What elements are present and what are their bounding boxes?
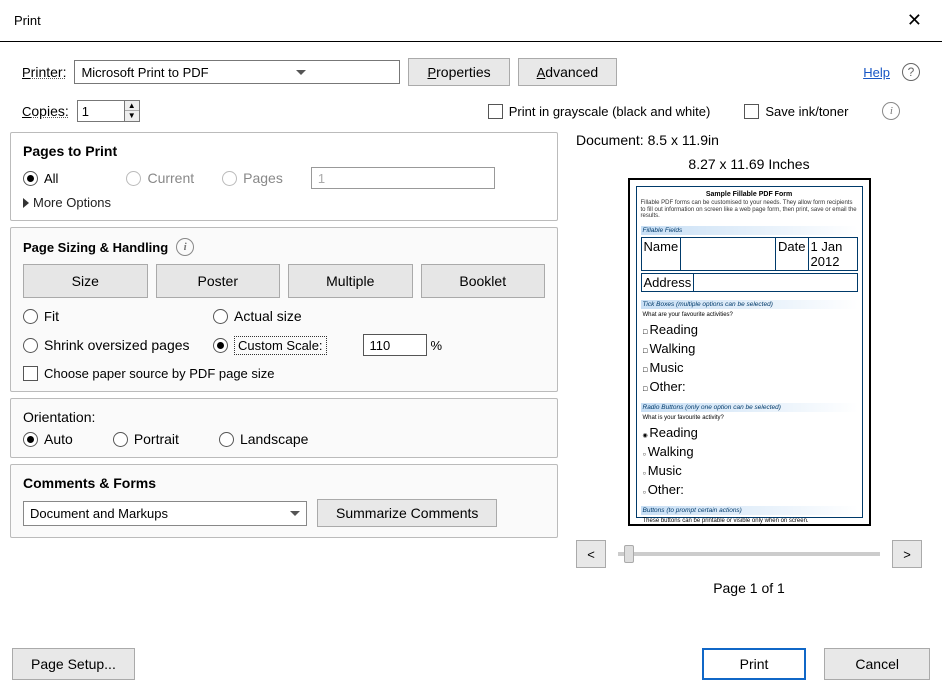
more-options-label: More Options (33, 195, 111, 210)
pages-to-print-section: Pages to Print All Current Pages (10, 132, 558, 221)
printer-value: Microsoft Print to PDF (81, 65, 208, 80)
advanced-button[interactable]: Advanced (518, 58, 618, 86)
preview-dimensions: 8.27 x 11.69 Inches (572, 156, 926, 172)
comments-title: Comments & Forms (23, 475, 545, 491)
fit-label: Fit (44, 308, 59, 324)
sizing-section: Page Sizing & Handling i Size Poster Mul… (10, 227, 558, 392)
grayscale-label: Print in grayscale (black and white) (509, 104, 711, 119)
comments-section: Comments & Forms Document and Markups Su… (10, 464, 558, 538)
save-ink-checkbox[interactable] (744, 104, 759, 119)
page-preview: Sample Fillable PDF Form Fillable PDF fo… (628, 178, 871, 526)
orientation-section: Orientation: Auto Portrait Landscape (10, 398, 558, 458)
pages-current-label: Current (147, 170, 194, 186)
percent-label: % (431, 338, 443, 353)
printer-select[interactable]: Microsoft Print to PDF (74, 60, 400, 84)
info-icon[interactable]: i (176, 238, 194, 256)
printer-label: Printer: (22, 64, 66, 80)
cancel-button[interactable]: Cancel (824, 648, 930, 680)
custom-scale-label: Custom Scale: (234, 336, 327, 355)
multiple-button[interactable]: Multiple (288, 264, 413, 298)
document-dimensions: Document: 8.5 x 11.9in (572, 132, 926, 148)
properties-button[interactable]: Properties (408, 58, 509, 86)
pages-all-label: All (44, 170, 58, 186)
pages-range-input[interactable] (311, 167, 495, 189)
shrink-label: Shrink oversized pages (44, 337, 190, 353)
comments-value: Document and Markups (30, 506, 168, 521)
slider-thumb[interactable] (624, 545, 634, 563)
chevron-down-icon (296, 70, 306, 75)
pages-all-radio[interactable] (23, 171, 38, 186)
orient-landscape-label: Landscape (240, 431, 309, 447)
copies-label: Copies: (22, 103, 69, 119)
triangle-right-icon (23, 198, 29, 208)
pages-range-label: Pages (243, 170, 283, 186)
more-options-toggle[interactable]: More Options (23, 195, 545, 210)
paper-source-checkbox[interactable] (23, 366, 38, 381)
paper-source-label: Choose paper source by PDF page size (44, 366, 275, 381)
comments-select[interactable]: Document and Markups (23, 501, 307, 526)
pages-title: Pages to Print (23, 143, 545, 159)
fit-radio[interactable] (23, 309, 38, 324)
actual-size-label: Actual size (234, 308, 302, 324)
page-indicator: Page 1 of 1 (572, 580, 926, 596)
info-icon[interactable]: i (882, 102, 900, 120)
close-icon[interactable]: ✕ (901, 8, 928, 33)
custom-scale-input[interactable] (363, 334, 427, 356)
orient-portrait-label: Portrait (134, 431, 179, 447)
spinner-up-icon[interactable]: ▲ (125, 101, 139, 111)
custom-scale-radio[interactable] (213, 338, 228, 353)
grayscale-checkbox[interactable] (488, 104, 503, 119)
help-icon[interactable]: ? (902, 63, 920, 81)
summarize-comments-button[interactable]: Summarize Comments (317, 499, 497, 527)
shrink-radio[interactable] (23, 338, 38, 353)
pages-current-radio[interactable] (126, 171, 141, 186)
titlebar: Print ✕ (0, 0, 942, 42)
orient-auto-radio[interactable] (23, 432, 38, 447)
copies-spinner[interactable]: ▲ ▼ (125, 100, 140, 122)
orient-portrait-radio[interactable] (113, 432, 128, 447)
poster-button[interactable]: Poster (156, 264, 281, 298)
size-button[interactable]: Size (23, 264, 148, 298)
orient-auto-label: Auto (44, 431, 73, 447)
actual-size-radio[interactable] (213, 309, 228, 324)
window-title: Print (14, 13, 41, 28)
preview-prev-button[interactable]: < (576, 540, 606, 568)
booklet-button[interactable]: Booklet (421, 264, 546, 298)
preview-next-button[interactable]: > (892, 540, 922, 568)
copies-input[interactable] (77, 100, 125, 122)
help-link[interactable]: Help (863, 64, 890, 80)
chevron-down-icon (290, 511, 300, 516)
orientation-title: Orientation: (23, 409, 545, 425)
preview-zoom-slider[interactable] (618, 552, 880, 556)
print-button[interactable]: Print (702, 648, 807, 680)
sizing-title: Page Sizing & Handling i (23, 238, 545, 256)
save-ink-label: Save ink/toner (765, 104, 848, 119)
pages-range-radio[interactable] (222, 171, 237, 186)
orient-landscape-radio[interactable] (219, 432, 234, 447)
page-setup-button[interactable]: Page Setup... (12, 648, 135, 680)
spinner-down-icon[interactable]: ▼ (125, 111, 139, 121)
